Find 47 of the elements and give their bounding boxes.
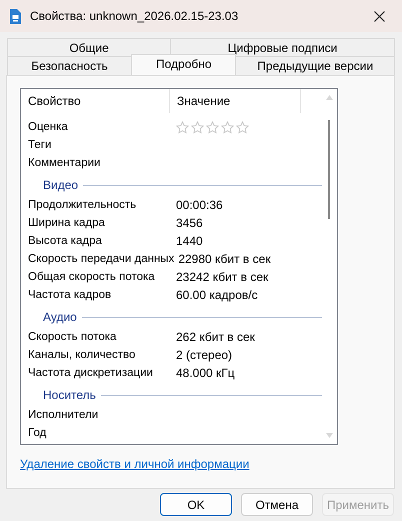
property-name: Общая скорость потока — [27, 271, 156, 283]
property-name: Исполнители — [27, 409, 100, 421]
property-name: Год — [27, 427, 48, 439]
property-name: Каналы, количество — [27, 349, 136, 361]
property-name: Ширина кадра — [27, 217, 106, 229]
tab[interactable]: Безопасность — [7, 56, 132, 75]
property-value: 3456 — [175, 216, 203, 230]
property-name: Оценка — [27, 121, 69, 133]
property-value: 1440 — [175, 234, 203, 248]
tab[interactable]: Предыдущие версии — [235, 56, 395, 75]
scroll-up-icon — [326, 95, 333, 100]
group-heading: Аудио — [43, 310, 77, 324]
scroll-down-icon — [326, 433, 333, 438]
group-heading: Видео — [43, 178, 78, 192]
property-name: Частота кадров — [27, 289, 112, 301]
document-icon — [10, 8, 21, 24]
star-icon[interactable] — [206, 120, 219, 134]
property-value: 60.00 кадров/с — [175, 288, 258, 302]
property-value: 262 кбит в сек — [175, 330, 255, 344]
property-name: Скорость потока — [27, 331, 118, 343]
property-value: 00:00:36 — [175, 198, 223, 212]
star-icon[interactable] — [236, 120, 249, 134]
window-title: Свойства: unknown_2026.02.15-23.03 — [30, 9, 240, 23]
property-value: 48.000 кГц — [175, 366, 235, 380]
star-icon[interactable] — [221, 120, 234, 134]
scroll-thumb[interactable] — [328, 120, 330, 219]
star-icon[interactable] — [176, 120, 189, 134]
star-icon[interactable] — [191, 120, 204, 134]
property-name: Теги — [27, 139, 52, 151]
column-header[interactable]: Значение — [170, 89, 301, 113]
property-name: Продолжительность — [27, 199, 138, 211]
tab[interactable]: Общие — [7, 38, 172, 56]
property-value: 23242 кбит в сек — [175, 270, 268, 284]
column-header[interactable]: Свойство — [21, 89, 170, 113]
dialog-button[interactable]: OK — [160, 493, 232, 516]
tab[interactable]: Подробно — [131, 54, 236, 75]
property-name: Частота дискретизации — [27, 367, 154, 379]
property-value: 22980 кбит в сек — [177, 252, 271, 266]
property-name: Скорость передачи данных — [27, 253, 174, 265]
dialog-button[interactable]: Отмена — [241, 493, 313, 516]
group-heading: Носитель — [43, 388, 96, 402]
property-name: Комментарии — [27, 157, 102, 169]
close-icon — [374, 10, 384, 22]
property-value: 2 (стерео) — [175, 348, 232, 362]
property-name: Высота кадра — [27, 235, 103, 247]
tab[interactable]: Цифровые подписи — [170, 38, 395, 56]
remove-properties-link[interactable]: Удаление свойств и личной информации — [20, 457, 250, 471]
